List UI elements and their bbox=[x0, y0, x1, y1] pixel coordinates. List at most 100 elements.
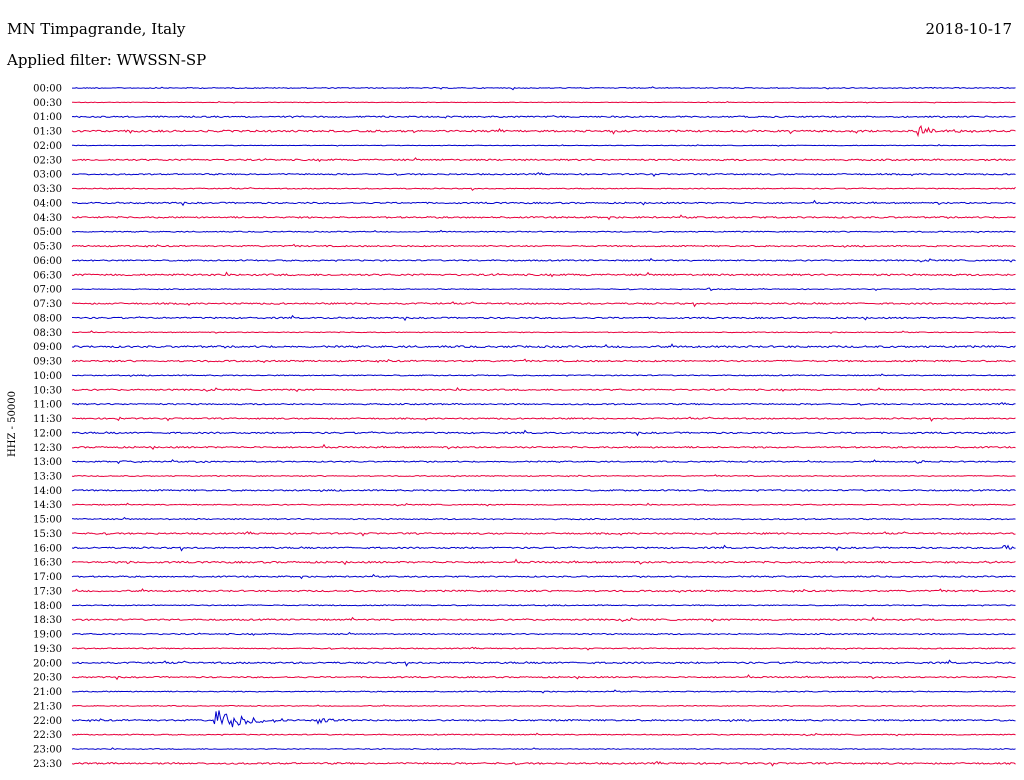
row-time-label: 02:00 bbox=[33, 141, 62, 152]
trace-line bbox=[71, 747, 1016, 751]
row-time-label: 20:30 bbox=[33, 673, 62, 684]
row-time-label: 23:30 bbox=[33, 759, 62, 770]
row-time-label: 13:30 bbox=[33, 471, 62, 482]
trace-line bbox=[71, 588, 1016, 594]
row-time-label: 01:00 bbox=[33, 112, 62, 123]
row-time-label: 15:30 bbox=[33, 529, 62, 540]
row-time-label: 22:00 bbox=[33, 716, 62, 727]
row-time-label: 21:00 bbox=[33, 687, 62, 698]
row-time-label: 18:00 bbox=[33, 601, 62, 612]
trace-line bbox=[71, 604, 1016, 607]
row-time-label: 10:30 bbox=[33, 385, 62, 396]
trace-line bbox=[71, 386, 1016, 393]
trace-line bbox=[71, 689, 1016, 694]
row-time-label: 19:00 bbox=[33, 630, 62, 641]
trace-line bbox=[71, 732, 1016, 737]
row-time-label: 10:00 bbox=[33, 371, 62, 382]
trace-line bbox=[71, 443, 1016, 450]
trace-line bbox=[71, 330, 1016, 335]
row-time-label: 01:30 bbox=[33, 127, 62, 138]
trace-line bbox=[71, 502, 1016, 507]
trace-line bbox=[71, 674, 1016, 681]
row-time-label: 14:00 bbox=[33, 486, 62, 497]
row-time-label: 21:30 bbox=[33, 701, 62, 712]
row-time-label: 20:00 bbox=[33, 658, 62, 669]
trace-line bbox=[71, 358, 1016, 364]
row-time-label: 16:00 bbox=[33, 543, 62, 554]
row-time-label: 11:00 bbox=[33, 400, 62, 411]
row-time-label: 08:00 bbox=[33, 313, 62, 324]
row-time-label: 00:30 bbox=[33, 98, 62, 109]
trace-line bbox=[71, 402, 1016, 406]
trace-line bbox=[71, 343, 1016, 349]
trace-line bbox=[71, 86, 1016, 91]
trace-line bbox=[71, 115, 1016, 119]
row-time-label: 06:00 bbox=[33, 256, 62, 267]
row-time-label: 04:00 bbox=[33, 198, 62, 209]
row-time-label: 13:00 bbox=[33, 457, 62, 468]
trace-line bbox=[71, 125, 1016, 138]
trace-line bbox=[71, 704, 1016, 708]
row-time-label: 16:30 bbox=[33, 558, 62, 569]
trace-line bbox=[71, 760, 1016, 767]
row-time-label: 04:30 bbox=[33, 213, 62, 224]
trace-line bbox=[71, 631, 1016, 636]
row-time-label: 17:00 bbox=[33, 572, 62, 583]
tick-label-group: 00:00 00:30 01:00 01:30 02:00 02:30 03:00 03:30… bbox=[33, 84, 62, 770]
trace-line bbox=[71, 558, 1016, 566]
row-time-label: 05:00 bbox=[33, 227, 62, 238]
row-time-label: 06:30 bbox=[33, 270, 62, 281]
trace-line bbox=[71, 172, 1016, 178]
trace-line bbox=[71, 271, 1016, 278]
row-time-label: 11:30 bbox=[33, 414, 62, 425]
trace-line bbox=[71, 544, 1016, 552]
row-time-label: 08:30 bbox=[33, 328, 62, 339]
trace-line bbox=[71, 616, 1016, 623]
row-time-label: 07:30 bbox=[33, 299, 62, 310]
row-time-label: 19:30 bbox=[33, 644, 62, 655]
trace-line bbox=[71, 100, 1016, 104]
row-time-label: 12:30 bbox=[33, 443, 62, 454]
trace-line bbox=[71, 516, 1016, 521]
trace-line bbox=[71, 416, 1016, 422]
row-time-label: 22:30 bbox=[33, 730, 62, 741]
trace-line bbox=[71, 531, 1016, 537]
trace-line bbox=[71, 659, 1016, 667]
row-time-label: 09:30 bbox=[33, 357, 62, 368]
trace-line bbox=[71, 474, 1016, 478]
row-time-label: 14:30 bbox=[33, 500, 62, 511]
trace-line bbox=[71, 214, 1016, 221]
trace-line bbox=[71, 229, 1016, 234]
trace-line bbox=[71, 459, 1016, 465]
row-time-label: 15:00 bbox=[33, 515, 62, 526]
trace-line bbox=[71, 243, 1016, 248]
seismogram-chart: 00:00 00:30 01:00 01:30 02:00 02:30 03:00 03:30… bbox=[7, 84, 1016, 770]
y-axis-label: HHZ - 50000 bbox=[7, 391, 18, 457]
row-time-label: 12:00 bbox=[33, 428, 62, 439]
trace-line bbox=[71, 157, 1016, 163]
row-time-label: 09:00 bbox=[33, 342, 62, 353]
trace-line bbox=[71, 301, 1016, 308]
row-time-label: 23:00 bbox=[33, 745, 62, 756]
trace-line bbox=[71, 429, 1016, 437]
row-time-label: 05:30 bbox=[33, 242, 62, 253]
row-time-label: 03:30 bbox=[33, 184, 62, 195]
row-time-label: 18:30 bbox=[33, 615, 62, 626]
trace-line bbox=[71, 489, 1016, 493]
trace-line bbox=[71, 287, 1016, 292]
trace-line bbox=[71, 199, 1016, 207]
trace-line bbox=[71, 573, 1016, 580]
trace-line bbox=[71, 257, 1016, 263]
row-time-label: 02:30 bbox=[33, 155, 62, 166]
trace-line bbox=[71, 373, 1016, 377]
row-time-label: 17:30 bbox=[33, 586, 62, 597]
trace-line bbox=[71, 314, 1016, 322]
trace-group bbox=[71, 86, 1016, 767]
trace-line bbox=[71, 144, 1016, 147]
trace-line bbox=[71, 710, 1016, 728]
trace-line bbox=[71, 646, 1016, 651]
row-time-label: 00:00 bbox=[33, 84, 62, 95]
row-time-label: 07:00 bbox=[33, 285, 62, 296]
row-time-label: 03:00 bbox=[33, 170, 62, 181]
trace-line bbox=[71, 186, 1016, 191]
